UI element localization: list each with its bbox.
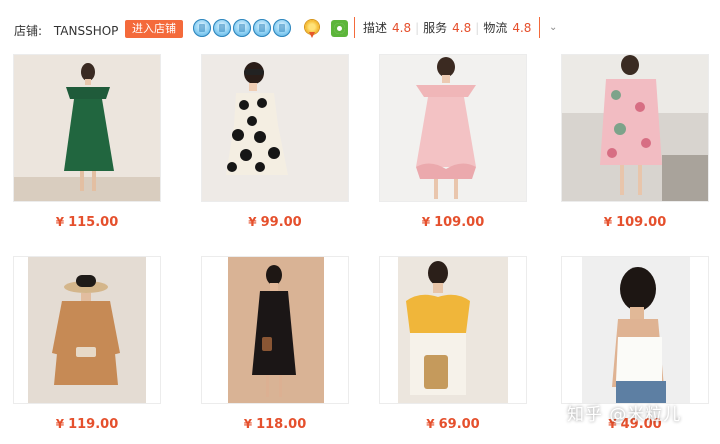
product-price[interactable]: ¥115.00 — [13, 215, 161, 230]
product-image-tan-dress[interactable] — [13, 256, 161, 404]
crown-icon — [233, 19, 251, 37]
product-image-black-slip-dress[interactable] — [201, 256, 349, 404]
product-card[interactable]: ¥109.00 — [379, 54, 527, 230]
crown-icon — [273, 19, 291, 37]
product-price[interactable]: ¥118.00 — [201, 417, 349, 432]
product-price[interactable]: ¥99.00 — [201, 215, 349, 230]
product-image-yellow-top[interactable] — [379, 256, 527, 404]
product-card[interactable]: ¥115.00 — [13, 54, 161, 230]
score-service: 服务 4.8 — [423, 21, 472, 35]
product-card[interactable]: ¥118.00 — [201, 256, 349, 432]
score-logistics: 物流 4.8 — [483, 21, 532, 35]
enter-shop-button[interactable]: 进入店铺 — [125, 20, 183, 38]
guarantee-icon[interactable] — [331, 20, 348, 37]
product-card[interactable]: ¥119.00 — [13, 256, 161, 432]
product-card[interactable]: ¥69.00 — [379, 256, 527, 432]
shop-name[interactable]: TANSSHOP — [54, 24, 119, 38]
product-card[interactable]: ¥99.00 — [201, 54, 349, 230]
product-image-polka-dot-dress[interactable] — [201, 54, 349, 202]
score-description: 描述 4.8 — [363, 21, 412, 35]
crown-icon — [213, 19, 231, 37]
shop-scores: 描述 4.8 | 服务 4.8 | 物流 4.8 — [354, 17, 541, 38]
watermark: 知乎 @米粒儿 — [567, 405, 682, 425]
product-image-floral-wrap-dress[interactable] — [561, 54, 709, 202]
product-card[interactable]: ¥109.00 — [561, 54, 709, 230]
shop-rating-crowns — [193, 19, 291, 37]
gold-medal-icon[interactable] — [304, 20, 320, 38]
crown-icon — [253, 19, 271, 37]
shop-header: 店铺: TANSSHOP 进入店铺 描述 4.8 | 服务 4.8 | 物流 4.8 … — [0, 0, 720, 54]
product-price[interactable]: ¥109.00 — [561, 215, 709, 230]
shop-label: 店铺: — [14, 24, 43, 38]
product-price[interactable]: ¥69.00 — [379, 417, 527, 432]
product-image-green-dress[interactable] — [13, 54, 161, 202]
product-price[interactable]: ¥109.00 — [379, 215, 527, 230]
product-image-pink-ruffle-dress[interactable] — [379, 54, 527, 202]
product-image-white-tie-back-top[interactable] — [561, 256, 709, 404]
shop-info: 店铺: TANSSHOP — [14, 22, 118, 39]
product-price[interactable]: ¥119.00 — [13, 417, 161, 432]
chevron-down-icon[interactable]: ⌄ — [549, 22, 557, 33]
crown-icon — [193, 19, 211, 37]
